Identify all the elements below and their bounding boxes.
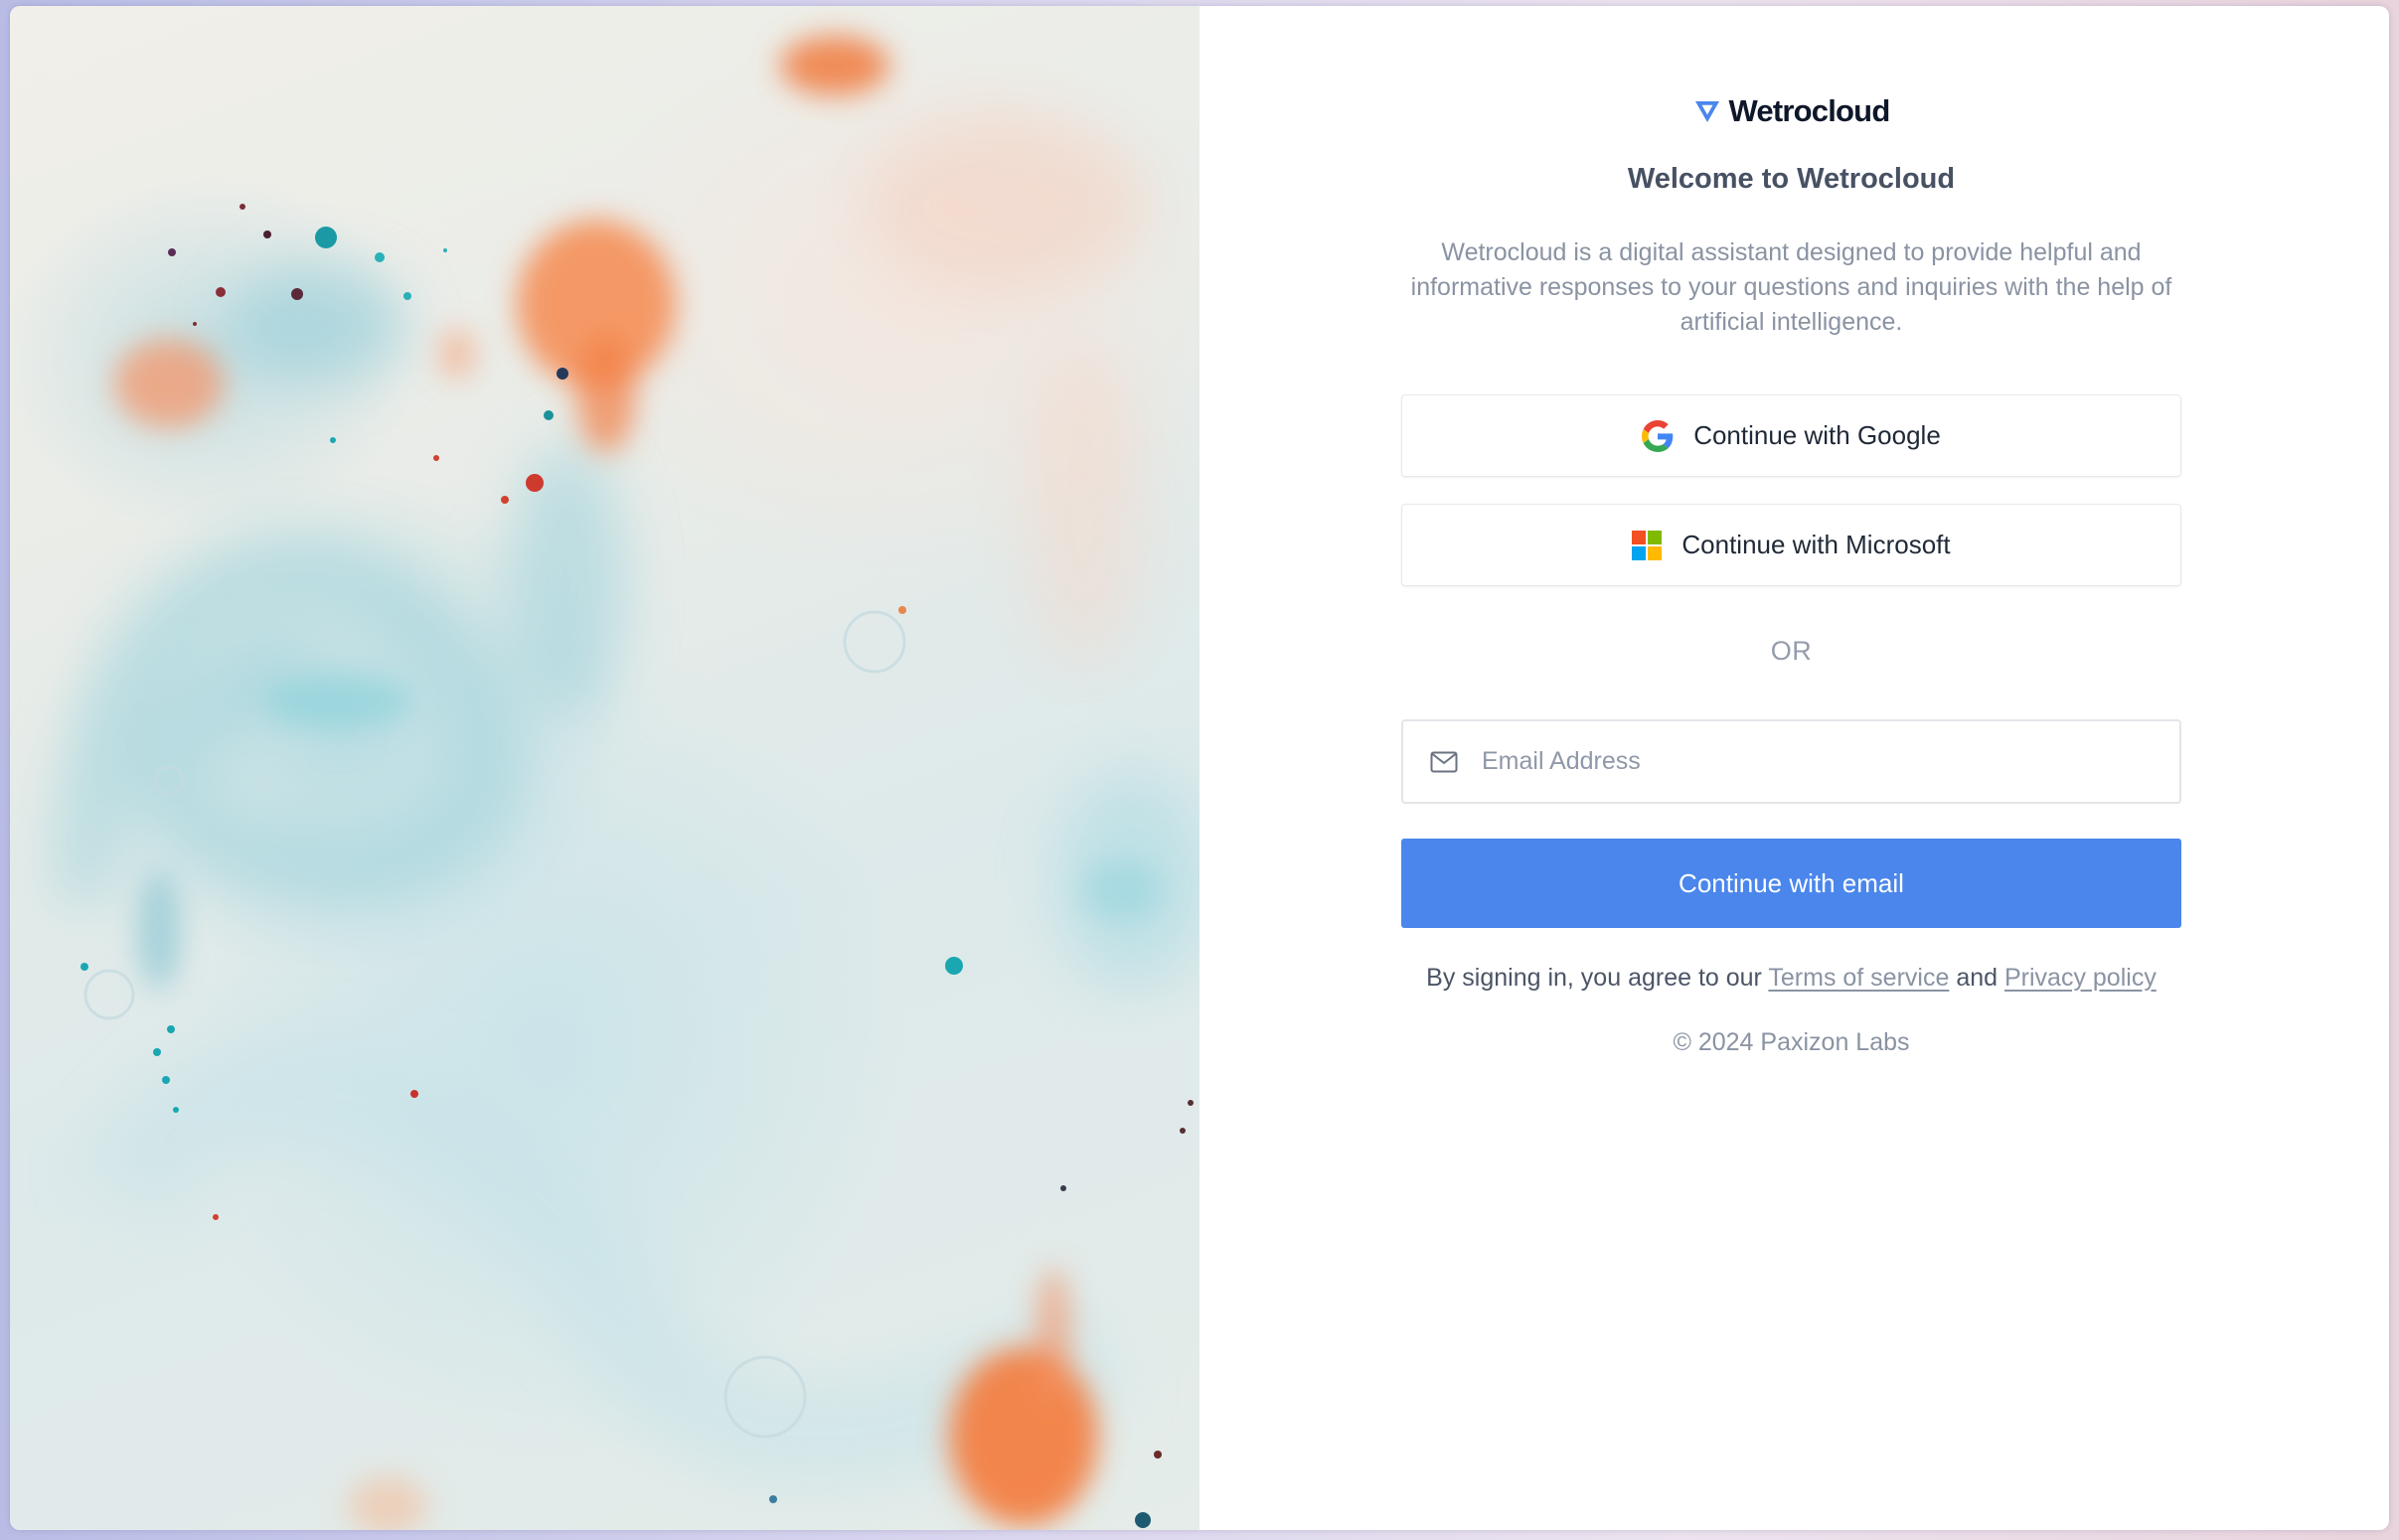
or-divider: OR — [1770, 636, 1813, 666]
continue-with-microsoft-button[interactable]: Continue with Microsoft — [1401, 504, 2181, 586]
email-field[interactable] — [1401, 719, 2181, 804]
login-form: Wetrocloud Welcome to Wetrocloud Wetrocl… — [1401, 91, 2181, 1057]
mail-icon — [1430, 751, 1458, 773]
terms-of-service-link[interactable]: Terms of service — [1768, 964, 1949, 992]
google-button-label: Continue with Google — [1693, 420, 1941, 450]
brand-logo: Wetrocloud — [1693, 91, 1890, 131]
page-title: Welcome to Wetrocloud — [1627, 163, 1956, 195]
brand-name: Wetrocloud — [1728, 93, 1891, 128]
app-window: Wetrocloud Welcome to Wetrocloud Wetrocl… — [10, 6, 2389, 1530]
terms-joiner: and — [1956, 964, 1999, 992]
terms-prefix: By signing in, you agree to our — [1426, 964, 1762, 992]
microsoft-icon — [1632, 530, 1663, 560]
privacy-policy-link[interactable]: Privacy policy — [2004, 964, 2157, 992]
continue-with-google-button[interactable]: Continue with Google — [1401, 394, 2181, 477]
microsoft-button-label: Continue with Microsoft — [1681, 530, 1951, 559]
hero-artwork — [10, 6, 1200, 1530]
copyright-text: © 2024 Paxizon Labs — [1673, 1028, 1910, 1056]
continue-with-email-button[interactable]: Continue with email — [1401, 839, 2181, 928]
email-input[interactable] — [1480, 730, 2179, 793]
marble-paint-illustration — [53, 36, 1200, 1530]
google-icon — [1642, 419, 1674, 452]
triangle-logo-icon — [1694, 101, 1719, 122]
product-description: Wetrocloud is a digital assistant design… — [1410, 238, 2172, 336]
login-panel: Wetrocloud Welcome to Wetrocloud Wetrocl… — [1200, 6, 2389, 1530]
terms-notice: By signing in, you agree to our Terms of… — [1426, 964, 2157, 993]
